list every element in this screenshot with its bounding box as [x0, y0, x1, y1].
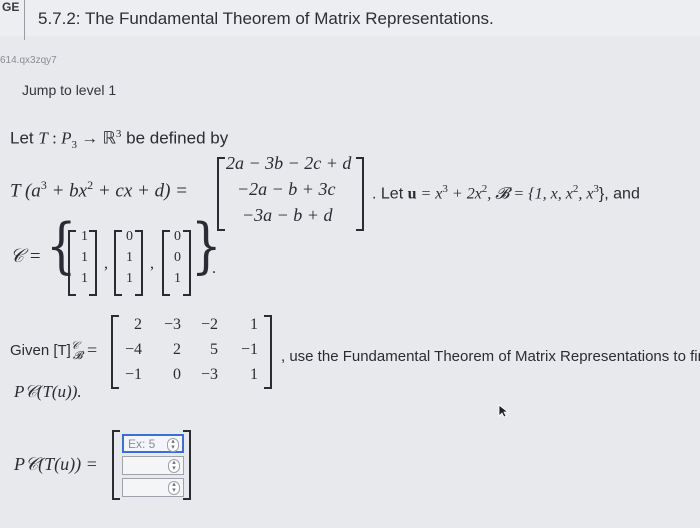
- page-title: 5.7.2: The Fundamental Theorem of Matrix…: [38, 9, 494, 28]
- answer-placeholder-1: Ex: 5: [128, 437, 156, 451]
- let-prefix: Let: [10, 128, 39, 148]
- m-1-1: 2: [173, 341, 181, 358]
- c2-left-bracket: [114, 230, 122, 296]
- given-instruction: , use the Fundamental Theorem of Matrix …: [281, 348, 700, 365]
- let-u-statement: . Let u = x3 + 2x2, 𝓑 = {1, x, x2, x3}, …: [372, 183, 640, 203]
- c1-left-bracket: [68, 230, 76, 296]
- m-1-0: −4: [124, 341, 142, 358]
- given-equals: =: [87, 340, 98, 360]
- let-u-prefix: . Let: [372, 185, 408, 203]
- T-definition-lhs: T (a3 + bx2 + cx + d) =: [10, 178, 188, 202]
- vector-row-1: 2a − 3b − 2c + d: [226, 153, 352, 173]
- c1-row2: 1: [81, 250, 88, 265]
- m-0-2: −2: [200, 316, 218, 333]
- m-1-3: −1: [240, 341, 258, 358]
- answer-right-bracket: [183, 430, 191, 500]
- T-arg-close: ) =: [164, 180, 188, 202]
- question-id: 614.qx3zqy7: [0, 55, 57, 66]
- c2-row2: 1: [126, 250, 133, 265]
- c2-row3: 1: [126, 271, 133, 286]
- c3-row1: 0: [174, 229, 181, 244]
- answer-input-2[interactable]: ▴ ▾: [122, 456, 184, 475]
- jump-to-level-link[interactable]: Jump to level 1: [22, 82, 116, 98]
- c2-right-bracket: [135, 230, 143, 296]
- answer-input-3[interactable]: ▴ ▾: [122, 478, 184, 497]
- c1-row3: 1: [81, 271, 88, 286]
- T-arg-a: (a: [20, 180, 41, 202]
- c1-row1: 1: [81, 229, 88, 244]
- C-comma-1: ,: [104, 255, 108, 272]
- matrix-right-bracket: [264, 315, 272, 389]
- arrow: →: [76, 128, 103, 148]
- up-down-arrows-icon[interactable]: ▴ ▾: [168, 459, 180, 473]
- R-symbol: ℝ: [102, 128, 116, 148]
- let-statement: Let T : P3 → ℝ3 be defined by: [10, 128, 228, 151]
- answer-input-1[interactable]: Ex: 5 ▴ ▾: [122, 434, 184, 453]
- header-tag: GE: [2, 0, 20, 14]
- m-1-2: 5: [210, 341, 218, 358]
- m-2-2: −3: [200, 366, 218, 383]
- let-suffix: be defined by: [121, 128, 229, 148]
- m-0-3: 1: [250, 316, 258, 333]
- C-period: .: [212, 260, 216, 277]
- c1-right-bracket: [89, 230, 97, 296]
- map-colon: :: [47, 128, 62, 148]
- given-label: Given [T]𝒞𝓑: [10, 340, 83, 363]
- m-2-0: −1: [124, 366, 142, 383]
- mouse-pointer-icon: [498, 404, 510, 418]
- vector-row-2: −2a − b + 3c: [237, 179, 336, 199]
- T-arg-b: + bx: [46, 180, 88, 202]
- T-fn: T: [10, 180, 21, 202]
- basis-B-3: }, and: [598, 185, 640, 203]
- u-def-2: + 2x: [447, 185, 482, 203]
- c3-left-bracket: [162, 230, 170, 296]
- basis-B-2: , x: [578, 185, 594, 203]
- c3-row2: 0: [174, 250, 181, 265]
- header-divider: [24, 0, 25, 40]
- given-sub-B: 𝓑: [72, 350, 83, 362]
- answer-left-bracket: [112, 430, 120, 500]
- vector-row-3: −3a − b + d: [242, 205, 333, 225]
- u-def-1: = x: [416, 185, 443, 203]
- find-target: P𝒞(T(u)).: [14, 382, 82, 401]
- m-2-1: 0: [173, 366, 181, 383]
- up-down-arrows-icon[interactable]: ▴ ▾: [167, 438, 179, 452]
- up-down-arrows-icon[interactable]: ▴ ▾: [168, 481, 180, 495]
- answer-label: P𝒞(T(u)) =: [14, 454, 98, 474]
- c3-row3: 1: [174, 271, 181, 286]
- basis-B-1: , 𝓑 = {1, x, x: [487, 185, 573, 203]
- T-symbol: T: [38, 128, 48, 148]
- T-arg-cd: + cx + d: [93, 180, 165, 202]
- c2-row1: 0: [126, 229, 133, 244]
- C-comma-2: ,: [150, 255, 154, 272]
- vector-right-bracket: [356, 157, 364, 231]
- m-2-3: 1: [250, 366, 258, 383]
- c3-right-bracket: [183, 230, 191, 296]
- C-label: 𝒞 =: [10, 246, 42, 267]
- given-T-bracket: Given [T]: [10, 342, 71, 359]
- P-symbol: P: [61, 128, 72, 148]
- C-right-brace: }: [191, 211, 222, 281]
- m-0-0: 2: [134, 316, 142, 333]
- m-0-1: −3: [163, 316, 181, 333]
